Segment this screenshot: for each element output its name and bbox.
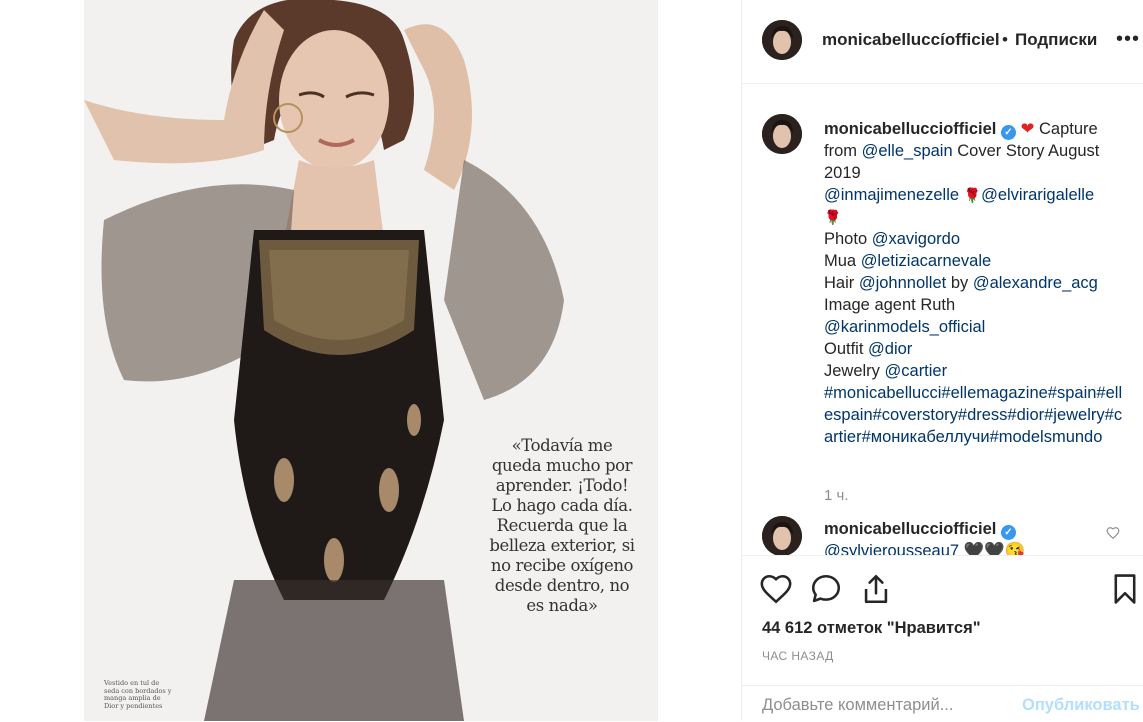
caption-text: Jewelry bbox=[824, 362, 885, 380]
like-heart-icon[interactable] bbox=[759, 572, 793, 606]
caption-text: Mua bbox=[824, 252, 861, 270]
mention-link[interactable]: @cartier bbox=[885, 362, 948, 380]
caption-text: Outfit bbox=[824, 340, 869, 358]
verified-badge-icon: ✓ bbox=[1000, 525, 1016, 540]
photo-quote: «Todavía me queda mucho por aprender. ¡T… bbox=[489, 436, 635, 615]
post-header: monicabelluccíofficiel • Подписки ••• bbox=[742, 0, 1143, 84]
avatar-image bbox=[762, 20, 802, 60]
comment-username-link[interactable]: monicabellucciofficiel bbox=[824, 520, 996, 538]
comment-bubble-icon[interactable] bbox=[809, 572, 843, 606]
mention-link[interactable]: @elle_spain bbox=[862, 142, 953, 160]
avatar-image bbox=[762, 516, 802, 555]
post-timestamp[interactable]: ЧАС НАЗАД bbox=[762, 649, 834, 663]
mention-link[interactable]: @xavigordo bbox=[872, 230, 960, 248]
avatar[interactable] bbox=[762, 20, 802, 60]
avatar-image bbox=[762, 114, 802, 154]
photo-caption: Vestido en tul de seda con bordados y ma… bbox=[104, 679, 172, 710]
post-caption: monicabellucciofficiel ✓ ❤ Capture from … bbox=[824, 118, 1124, 448]
mention-link[interactable]: @letiziacarnevale bbox=[861, 252, 991, 270]
caption-text: by bbox=[946, 274, 973, 292]
mention-link[interactable]: @dior bbox=[868, 340, 912, 358]
following-button[interactable]: Подписки bbox=[1015, 30, 1097, 50]
share-icon[interactable] bbox=[859, 572, 893, 606]
rose-emoji-icon: 🌹 bbox=[963, 187, 982, 203]
post-photo[interactable]: «Todavía me queda mucho por aprender. ¡T… bbox=[0, 0, 741, 721]
like-count[interactable]: 44 612 отметок "Нравится" bbox=[762, 619, 981, 638]
mention-link[interactable]: @inmajimenezelle bbox=[824, 186, 959, 204]
comment-input[interactable] bbox=[762, 692, 1002, 719]
caption-text: Image agent Ruth bbox=[824, 296, 956, 314]
comment-like-heart-icon[interactable] bbox=[1106, 526, 1120, 540]
caption-username-link[interactable]: monicabellucciofficiel bbox=[824, 120, 996, 138]
post-actions: 44 612 отметок "Нравится" ЧАС НАЗАД bbox=[742, 555, 1143, 686]
header-username-link[interactable]: monicabelluccíofficiel bbox=[822, 30, 1000, 50]
save-bookmark-icon[interactable] bbox=[1108, 572, 1142, 606]
header-separator: • bbox=[1002, 30, 1008, 49]
avatar[interactable] bbox=[762, 516, 802, 555]
comment: monicabellucciofficiel ✓ @sylvierousseau… bbox=[824, 518, 1094, 555]
mention-link[interactable]: @karinmodels_official bbox=[824, 318, 985, 336]
verified-badge-icon: ✓ bbox=[1000, 125, 1016, 140]
mention-link[interactable]: @elvirarigalelle bbox=[981, 186, 1094, 204]
add-comment-bar: Опубликовать bbox=[742, 685, 1143, 722]
mention-link[interactable]: @sylvierousseau7 bbox=[824, 542, 959, 555]
caption-text: Photo bbox=[824, 230, 872, 248]
avatar[interactable] bbox=[762, 114, 802, 154]
caption-timestamp[interactable]: 1 ч. bbox=[824, 487, 849, 504]
mention-link[interactable]: @johnnollet bbox=[859, 274, 946, 292]
caption-text: Hair bbox=[824, 274, 859, 292]
comment-emoji: 🖤🖤😘 bbox=[959, 542, 1026, 555]
post-side-panel: monicabelluccíofficiel • Подписки ••• mo… bbox=[741, 0, 1143, 721]
rose-emoji-icon: 🌹 bbox=[824, 209, 842, 225]
hashtags-link[interactable]: #monicabellucci#ellemagazine#spain#elles… bbox=[824, 384, 1122, 446]
publish-button[interactable]: Опубликовать bbox=[1022, 696, 1140, 715]
red-heart-emoji-icon: ❤ bbox=[1020, 120, 1035, 138]
mention-link[interactable]: @alexandre_acg bbox=[973, 274, 1098, 292]
comments-list[interactable]: monicabellucciofficiel ✓ ❤ Capture from … bbox=[742, 84, 1143, 555]
more-icon[interactable]: ••• bbox=[1116, 28, 1140, 51]
